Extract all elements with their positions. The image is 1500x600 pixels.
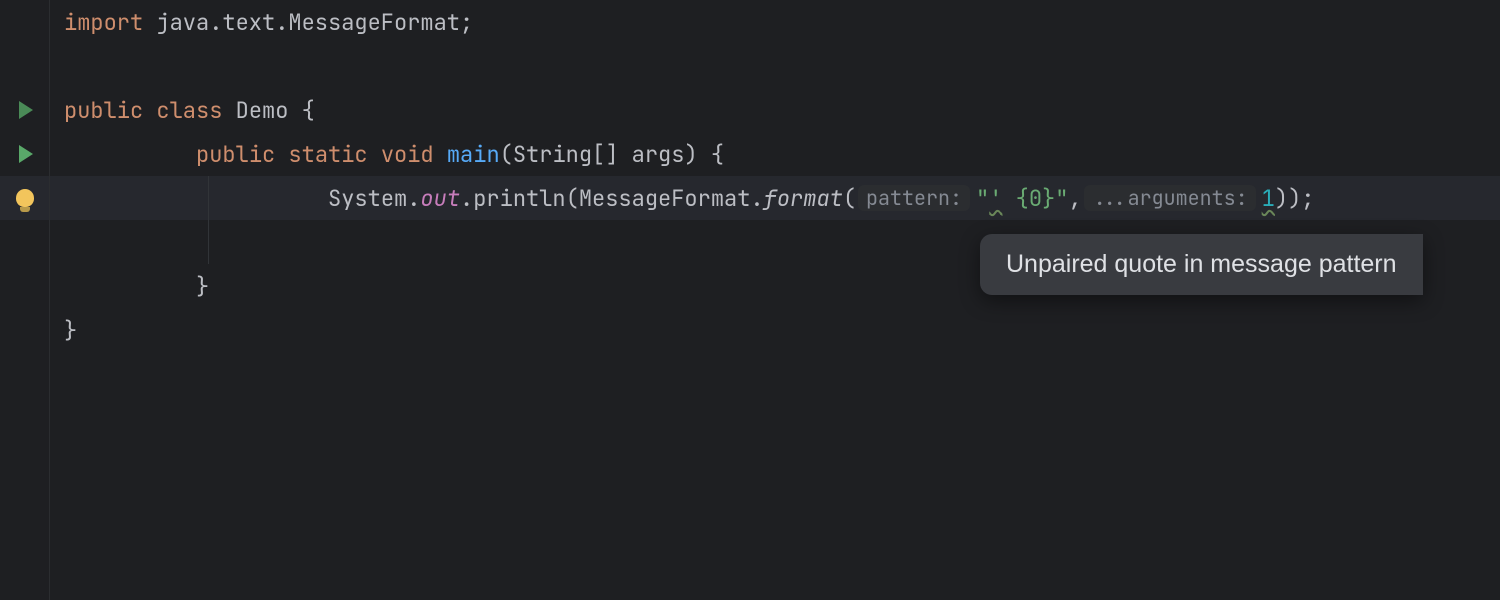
keyword-import: import bbox=[64, 8, 143, 37]
param-hint-arguments: ...arguments: bbox=[1084, 185, 1256, 211]
code-line[interactable]: } bbox=[64, 308, 1500, 352]
brace-open: { bbox=[302, 96, 315, 125]
code-editor[interactable]: import java.text.MessageFormat; public c… bbox=[64, 0, 1500, 352]
keyword-void: void bbox=[381, 140, 434, 169]
class-name: Demo bbox=[236, 96, 289, 125]
keyword-class: class bbox=[156, 96, 222, 125]
brace-close: } bbox=[196, 272, 209, 301]
code-line[interactable]: public static void main(String[] args) { bbox=[64, 132, 1500, 176]
lightbulb-icon[interactable] bbox=[0, 176, 49, 220]
system-ref: System. bbox=[328, 184, 420, 213]
line-tail: )); bbox=[1275, 184, 1315, 213]
run-method-icon[interactable] bbox=[0, 132, 49, 176]
indent bbox=[64, 140, 196, 169]
param-hint-pattern: pattern: bbox=[858, 185, 970, 211]
string-tail: {0}" bbox=[1002, 184, 1068, 213]
keyword-public: public bbox=[196, 140, 275, 169]
gutter-spacer bbox=[0, 0, 49, 44]
code-line-blank[interactable] bbox=[64, 44, 1500, 88]
code-line-active[interactable]: System.out.println(MessageFormat.format(… bbox=[64, 176, 1500, 220]
tooltip-text: Unpaired quote in message pattern bbox=[1006, 250, 1397, 278]
println-call: .println(MessageFormat. bbox=[460, 184, 764, 213]
editor-gutter bbox=[0, 0, 50, 600]
paren-open: ( bbox=[843, 184, 856, 213]
method-format: format bbox=[764, 184, 843, 213]
keyword-public: public bbox=[64, 96, 143, 125]
code-line[interactable]: public class Demo { bbox=[64, 88, 1500, 132]
method-params: (String[] args) { bbox=[500, 140, 724, 169]
import-path: java.text.MessageFormat; bbox=[143, 8, 473, 37]
string-open-quote: " bbox=[976, 184, 989, 213]
gutter-spacer bbox=[0, 44, 49, 88]
string-unpaired-quote: ' bbox=[989, 184, 1002, 213]
indent bbox=[64, 184, 328, 213]
indent bbox=[64, 272, 196, 301]
method-name-main: main bbox=[447, 140, 500, 169]
inspection-tooltip[interactable]: Unpaired quote in message pattern bbox=[980, 234, 1423, 295]
field-out: out bbox=[420, 184, 460, 213]
brace-close: } bbox=[64, 316, 77, 345]
code-line[interactable]: import java.text.MessageFormat; bbox=[64, 0, 1500, 44]
run-class-icon[interactable] bbox=[0, 88, 49, 132]
comma: , bbox=[1068, 184, 1081, 213]
keyword-static: static bbox=[288, 140, 367, 169]
arg-literal: 1 bbox=[1262, 184, 1275, 213]
